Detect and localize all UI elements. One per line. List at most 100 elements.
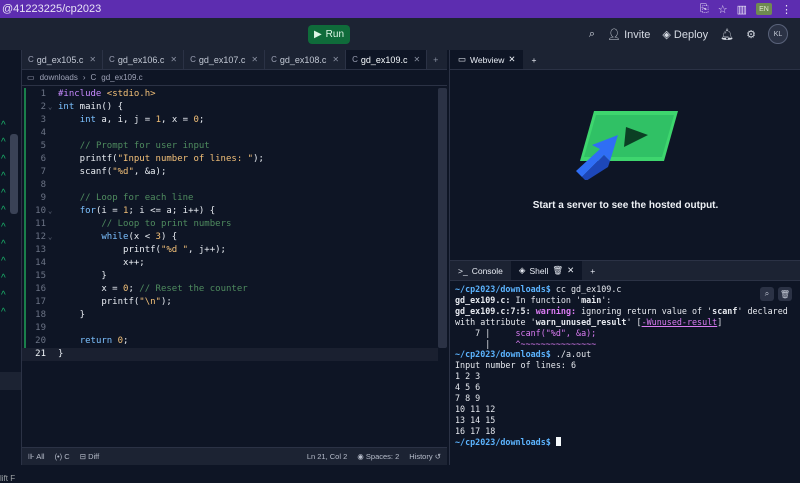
caret-icon[interactable]: ^: [1, 239, 6, 250]
line-number: 5: [40, 141, 46, 151]
code-line[interactable]: 13 printf("%d ", j++);: [22, 244, 438, 257]
trash-icon[interactable]: 🗑︎: [552, 265, 563, 276]
caret-icon[interactable]: ^: [1, 222, 6, 233]
code-line[interactable]: 6 printf("Input number of lines: ");: [22, 153, 438, 166]
browser-url[interactable]: @41223225/cp2023: [0, 3, 101, 15]
code-line[interactable]: 7 scanf("%d", &a);: [22, 166, 438, 179]
shell-tab[interactable]: ◈ Shell 🗑︎ ✕: [510, 261, 583, 280]
editor-tab[interactable]: Cgd_ex105.c ✕: [22, 50, 104, 69]
close-icon[interactable]: ✕: [89, 55, 96, 64]
cast-icon[interactable]: ⎘: [700, 3, 709, 16]
settings-icon[interactable]: ⚙: [746, 28, 756, 41]
shell-icon: ◈: [518, 265, 526, 275]
fold-chevron-icon[interactable]: ⌄: [48, 205, 52, 218]
code-line[interactable]: 11 // Loop to print numbers: [22, 218, 438, 231]
code-text: scanf("%d", &a);: [58, 167, 167, 177]
close-icon[interactable]: ✕: [170, 55, 177, 64]
code-text: while(x < 3) {: [101, 232, 178, 242]
add-pane-tab-button[interactable]: +: [582, 261, 603, 280]
fold-chevron-icon[interactable]: ⌄: [48, 101, 52, 114]
menu-icon[interactable]: ⋮: [781, 3, 792, 16]
console-tab[interactable]: >_ Console: [450, 261, 511, 280]
fold-chevron-icon[interactable]: ⌄: [48, 231, 52, 244]
caret-icon[interactable]: ^: [1, 290, 6, 301]
terminal-line: ~/cp2023/downloads$: [455, 436, 795, 448]
caret-icon[interactable]: ^: [1, 171, 6, 182]
code-line[interactable]: 10 ⌄ for(i = 1; i <= a; i++) {: [22, 205, 438, 218]
caret-icon[interactable]: ^: [1, 154, 6, 165]
add-tab-button[interactable]: +: [427, 50, 444, 69]
code-area[interactable]: 1 #include <stdio.h> 2 ⌄ int main() {3 int a…: [22, 88, 438, 410]
search-icon[interactable]: ⌕: [760, 287, 774, 301]
code-line[interactable]: 2 ⌄ int main() {: [22, 101, 438, 114]
sidebar-item[interactable]: [0, 372, 21, 390]
webview-tab[interactable]: ▭ Webview ✕: [450, 50, 524, 69]
editor-tab[interactable]: Cgd_ex107.c ✕: [184, 50, 266, 69]
history-button[interactable]: History ↺: [409, 452, 441, 461]
code-line[interactable]: 16 x = 0; // Reset the counter: [22, 283, 438, 296]
close-icon[interactable]: ✕: [332, 55, 339, 64]
extension-icon[interactable]: EN: [756, 3, 772, 15]
line-number: 16: [35, 284, 46, 294]
star-icon[interactable]: ☆: [718, 3, 728, 16]
code-line[interactable]: 20 return 0;: [22, 335, 438, 348]
code-text: return 0;: [79, 336, 129, 346]
code-line[interactable]: 8: [22, 179, 438, 192]
deploy-button[interactable]: ◈ Deploy: [662, 28, 708, 41]
add-pane-tab-button[interactable]: +: [523, 50, 544, 69]
avatar[interactable]: KL: [768, 24, 788, 44]
cursor-position[interactable]: Ln 21, Col 2: [307, 452, 347, 461]
caret-icon[interactable]: ^: [1, 137, 6, 148]
caret-icon[interactable]: ^: [1, 120, 6, 131]
all-filter[interactable]: ⊪ All: [28, 452, 45, 461]
code-line[interactable]: 17 printf("\n");: [22, 296, 438, 309]
search-icon[interactable]: ⌕: [589, 28, 595, 41]
breadcrumb-file[interactable]: gd_ex109.c: [101, 73, 142, 82]
caret-icon[interactable]: ^: [1, 188, 6, 199]
code-line[interactable]: 12 ⌄ while(x < 3) {: [22, 231, 438, 244]
app-toolbar: ▶ Run ⌕ 👤︎ Invite ◈ Deploy 🔔︎ ⚙ KL: [0, 18, 800, 50]
caret-icon[interactable]: ^: [1, 205, 6, 216]
diff-button[interactable]: ⊟ Diff: [80, 452, 100, 461]
bell-icon[interactable]: 🔔︎: [720, 28, 734, 41]
code-line[interactable]: 19: [22, 322, 438, 335]
indent-setting[interactable]: ◉ Spaces: 2: [357, 452, 399, 461]
close-icon[interactable]: ✕: [413, 55, 420, 64]
sidepanel-icon[interactable]: ▥: [737, 3, 747, 16]
invite-button[interactable]: 👤︎ Invite: [607, 28, 650, 41]
code-line[interactable]: 5 // Prompt for user input: [22, 140, 438, 153]
editor-tab-active[interactable]: Cgd_ex109.c ✕: [346, 50, 428, 69]
console-icon: >_: [458, 265, 468, 276]
close-icon[interactable]: ✕: [251, 55, 258, 64]
breadcrumb: ▭ downloads › C gd_ex109.c: [22, 70, 447, 86]
code-line[interactable]: 3 int a, i, j = 1, x = 0;: [22, 114, 438, 127]
line-number: 6: [40, 154, 46, 164]
code-line[interactable]: 18 }: [22, 309, 438, 322]
code-text: // Loop to print numbers: [101, 219, 232, 229]
diff-icon: ⊟: [79, 452, 86, 461]
close-icon[interactable]: ✕: [567, 265, 574, 276]
line-number: 15: [35, 271, 46, 281]
caret-icon[interactable]: ^: [1, 307, 6, 318]
caret-icon[interactable]: ^: [1, 273, 6, 284]
code-line[interactable]: 21}: [22, 348, 438, 361]
editor-scrollbar[interactable]: [438, 88, 447, 348]
editor-tab[interactable]: Cgd_ex106.c ✕: [103, 50, 185, 69]
code-line[interactable]: 4: [22, 127, 438, 140]
code-line[interactable]: 1 #include <stdio.h>: [22, 88, 438, 101]
code-line[interactable]: 14 x++;: [22, 257, 438, 270]
trash-icon[interactable]: 🗑︎: [778, 287, 792, 301]
code-text: }: [58, 271, 107, 281]
terminal-output[interactable]: ~/cp2023/downloads$ cc gd_ex109.c gd_ex10…: [455, 284, 795, 448]
editor-tab[interactable]: Cgd_ex108.c ✕: [265, 50, 347, 69]
language-indicator[interactable]: (•) C: [55, 452, 70, 461]
close-icon[interactable]: ✕: [508, 54, 515, 65]
c-file-icon: C: [109, 55, 115, 64]
run-button[interactable]: ▶ Run: [308, 25, 350, 44]
caret-icon[interactable]: ^: [1, 256, 6, 267]
breadcrumb-folder[interactable]: downloads: [40, 73, 78, 82]
code-line[interactable]: 9 // Loop for each line: [22, 192, 438, 205]
sidebar-scrollbar[interactable]: [10, 134, 18, 214]
spaces-label: Spaces: 2: [365, 452, 400, 461]
code-line[interactable]: 15 }: [22, 270, 438, 283]
